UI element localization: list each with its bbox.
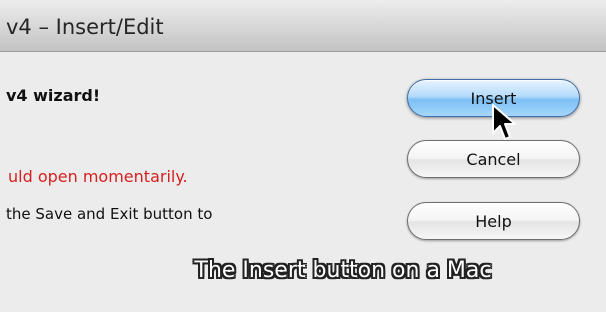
help-button[interactable]: Help [407, 202, 580, 240]
insert-edit-dialog: v4 – Insert/Edit v4 wizard! uld open mom… [0, 0, 606, 312]
mouse-pointer-icon [492, 104, 516, 140]
window-titlebar[interactable]: v4 – Insert/Edit [0, 0, 606, 52]
window-title: v4 – Insert/Edit [6, 15, 164, 39]
wizard-instruction-text: the Save and Exit button to [6, 205, 213, 223]
screenshot-caption: The Insert button on a Mac [194, 258, 492, 283]
wizard-warning-text: uld open momentarily. [8, 167, 188, 186]
cancel-button[interactable]: Cancel [407, 140, 580, 178]
wizard-welcome-text: v4 wizard! [6, 86, 101, 105]
